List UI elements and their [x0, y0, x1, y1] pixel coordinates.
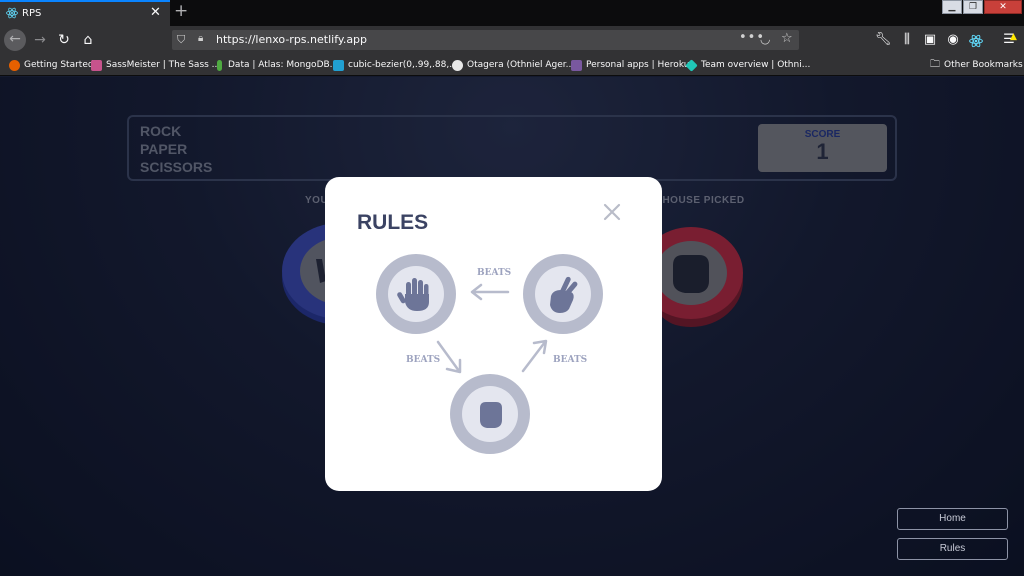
account-icon[interactable]: ◉	[944, 30, 962, 50]
bookmark-item[interactable]: Getting Started	[9, 58, 94, 72]
rules-node-paper	[376, 254, 456, 334]
bookmark-item[interactable]: SassMeister | The Sass ...	[91, 58, 220, 72]
sassmeister-icon	[91, 59, 102, 71]
bookmarks-toolbar: Getting Started SassMeister | The Sass .…	[0, 54, 1024, 76]
tracking-shield-icon[interactable]: ⛉	[177, 33, 185, 47]
minimize-button[interactable]: ▁	[942, 0, 962, 14]
menu-icon[interactable]: ☰ ▲	[1000, 30, 1018, 50]
pocket-icon[interactable]: ◡	[760, 32, 770, 46]
arrow-paper-to-rock	[436, 340, 462, 374]
forward-button[interactable]: →	[30, 30, 50, 50]
tab-bar: RPS ✕ + ▁ ❐ ✕	[0, 0, 1024, 26]
back-button[interactable]: ←	[4, 29, 26, 51]
bookmark-item[interactable]: Team overview | Othni...	[685, 58, 810, 72]
bookmark-star-icon[interactable]: ☆	[781, 31, 793, 46]
arrow-scissors-to-paper	[470, 283, 510, 301]
url-bar[interactable]: ⛉ 🔒︎ https://lenxo-rps.netlify.app ••• ◡…	[172, 30, 799, 50]
library-icon[interactable]: ⫼	[898, 30, 916, 50]
reload-button[interactable]: ↻	[54, 30, 74, 50]
new-tab-button[interactable]: +	[174, 1, 188, 21]
home-button[interactable]: Home	[897, 508, 1008, 530]
cubic-bezier-icon	[333, 59, 344, 71]
navigation-bar: ← → ↻ ⌂ ⛉ 🔒︎ https://lenxo-rps.netlify.a…	[0, 26, 1024, 54]
bookmark-item[interactable]: cubic-bezier(0,.99,.88,....	[333, 58, 461, 72]
arrow-rock-to-scissors	[521, 339, 548, 373]
tab-title: RPS	[22, 8, 42, 19]
bookmark-item[interactable]: Personal apps | Heroku	[571, 58, 689, 72]
beats-label: BEATS	[477, 268, 512, 278]
restore-button[interactable]: ❐	[963, 0, 983, 14]
beats-label: BEATS	[553, 355, 588, 365]
heroku-icon	[571, 59, 582, 71]
window-close-button[interactable]: ✕	[984, 0, 1022, 14]
other-bookmarks[interactable]: 🗀 Other Bookmarks	[930, 58, 1023, 72]
wrench-icon[interactable]: 🔧︎	[874, 30, 892, 50]
sidebar-icon[interactable]: ▣	[921, 30, 939, 50]
scissors-hand-icon	[550, 276, 578, 313]
netlify-icon	[685, 58, 698, 72]
rules-node-scissors	[523, 254, 603, 334]
firefox-icon	[9, 59, 20, 71]
react-icon	[6, 7, 18, 19]
home-icon[interactable]: ⌂	[78, 30, 98, 50]
bookmark-item[interactable]: Data | Atlas: MongoDB...	[214, 58, 338, 72]
lock-icon[interactable]: 🔒︎	[198, 33, 203, 44]
tab-close-icon[interactable]: ✕	[150, 5, 161, 20]
window-controls: ▁ ❐ ✕	[941, 0, 1022, 16]
rules-node-rock	[450, 374, 530, 454]
beats-label: BEATS	[406, 355, 441, 365]
paper-hand-icon	[397, 278, 429, 311]
folder-icon: 🗀	[930, 58, 940, 70]
url-text[interactable]: https://lenxo-rps.netlify.app	[216, 33, 367, 46]
bookmark-item[interactable]: Otagera (Othniel Ager...	[452, 58, 574, 72]
mongodb-leaf-icon	[217, 59, 222, 71]
github-icon	[452, 59, 463, 71]
rules-button[interactable]: Rules	[897, 538, 1008, 560]
react-devtools-icon[interactable]	[969, 34, 983, 48]
rock-fist-icon	[480, 402, 502, 428]
warning-icon: ▲	[1010, 32, 1017, 42]
rules-modal: RULES BEATS BEATS BEATS	[325, 177, 662, 491]
browser-tab[interactable]: RPS ✕	[0, 0, 170, 26]
